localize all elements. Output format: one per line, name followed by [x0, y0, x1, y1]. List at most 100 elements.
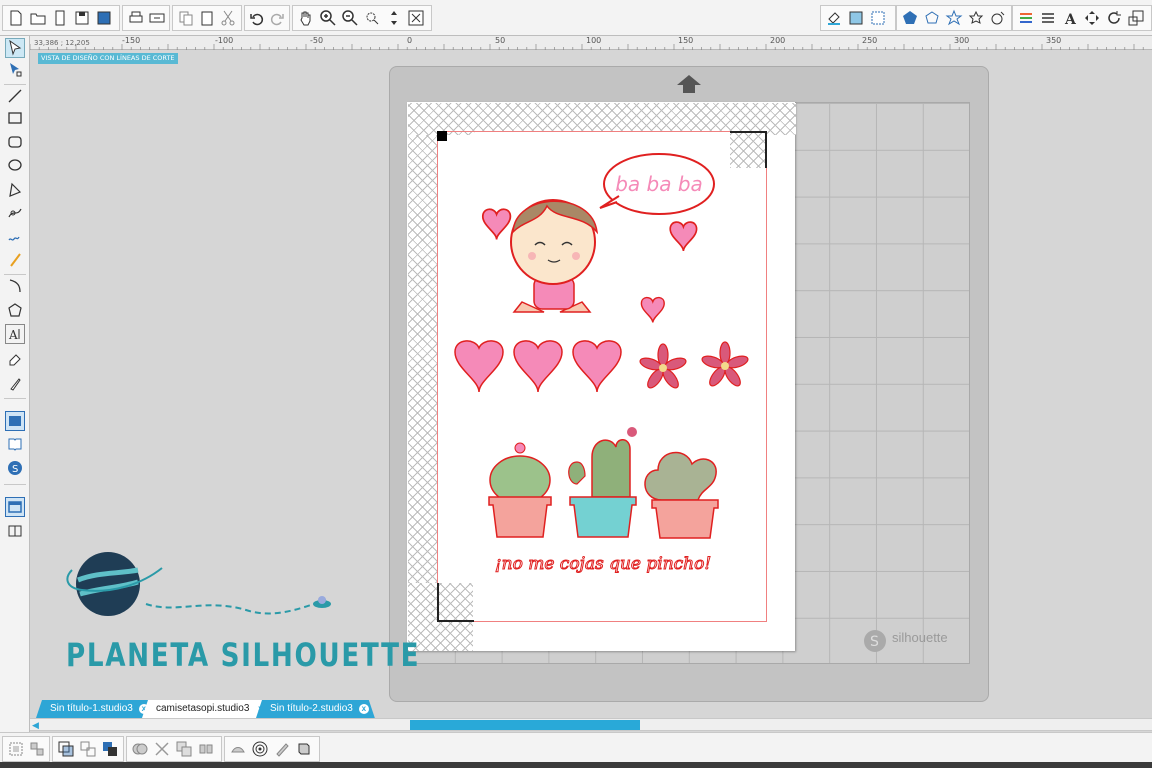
- text-tool-icon[interactable]: A: [5, 324, 25, 344]
- heart-shape[interactable]: [669, 221, 698, 252]
- trace-icon[interactable]: [987, 7, 1009, 29]
- save-icon[interactable]: [71, 7, 93, 29]
- toolbar-divider: [4, 398, 26, 399]
- open-library-icon[interactable]: [49, 7, 71, 29]
- tab-label: Sin título-1.studio3: [50, 703, 133, 714]
- document-tab[interactable]: Sin título-1.studio3 x: [36, 700, 155, 718]
- curve-tool-icon[interactable]: [5, 203, 25, 223]
- single-view-icon[interactable]: [5, 497, 25, 517]
- undo-icon[interactable]: [247, 7, 267, 29]
- ungroup-icon[interactable]: [26, 738, 47, 760]
- new-document-icon[interactable]: [5, 7, 27, 29]
- flower-shape[interactable]: [701, 341, 750, 388]
- scrollbar-thumb[interactable]: [410, 720, 640, 730]
- heart-shape[interactable]: [513, 340, 563, 393]
- smooth-freehand-tool-icon[interactable]: [5, 250, 25, 270]
- panel-toolbar-group-1: [820, 5, 896, 31]
- heart-shape[interactable]: [481, 208, 512, 240]
- cactus-paddle[interactable]: [644, 451, 719, 539]
- delete-cross-icon[interactable]: [151, 738, 173, 760]
- line-color-icon[interactable]: [1015, 7, 1037, 29]
- online-store-icon[interactable]: S: [5, 458, 25, 478]
- cactus-tall[interactable]: [568, 427, 637, 538]
- text-style-icon[interactable]: A: [1059, 7, 1081, 29]
- library-book-icon[interactable]: [5, 434, 25, 454]
- mat-brand-text: silhouette: [892, 630, 948, 645]
- document-tab-active[interactable]: camisetasopi.studio3 x: [142, 700, 271, 718]
- rotate-icon[interactable]: [1103, 7, 1125, 29]
- history-toolbar-group: [244, 5, 290, 31]
- design-page-icon[interactable]: [5, 411, 25, 431]
- planeta-silhouette-watermark: PLANETA SILHOUETTE: [66, 636, 421, 674]
- send-to-cutter-icon[interactable]: [146, 7, 167, 29]
- print-icon[interactable]: [125, 7, 146, 29]
- cut-scissors-icon[interactable]: [218, 7, 239, 29]
- fill-gradient-icon[interactable]: [845, 7, 867, 29]
- tab-close-icon[interactable]: x: [359, 704, 369, 714]
- trace-shape-icon[interactable]: [227, 738, 249, 760]
- offset-target-icon[interactable]: [249, 738, 271, 760]
- cactus-round[interactable]: [488, 442, 552, 538]
- scroll-left-arrow-icon[interactable]: ◀: [32, 720, 39, 731]
- heart-shape[interactable]: [454, 340, 504, 393]
- rectangle-tool-icon[interactable]: [5, 108, 25, 128]
- copy-icon[interactable]: [175, 7, 196, 29]
- offset-icon[interactable]: [965, 7, 987, 29]
- flower-shape[interactable]: [639, 343, 688, 390]
- bring-to-front-icon[interactable]: [99, 738, 121, 760]
- toolbar-divider: [4, 84, 26, 85]
- regular-polygon-tool-icon[interactable]: [5, 300, 25, 320]
- knife-tool-icon[interactable]: [5, 373, 25, 393]
- speech-bubble[interactable]: ba ba ba: [599, 153, 715, 215]
- line-tool-icon[interactable]: [5, 86, 25, 106]
- document-tab[interactable]: Sin título-2.studio3 x: [256, 700, 375, 718]
- transform-icon[interactable]: [1081, 7, 1103, 29]
- mirror-icon[interactable]: [195, 738, 217, 760]
- line-style-icon[interactable]: [1037, 7, 1059, 29]
- toolbar-divider: [4, 274, 26, 275]
- paste-icon[interactable]: [196, 7, 217, 29]
- clipboard-toolbar-group: [172, 5, 242, 31]
- save-to-library-icon[interactable]: [93, 7, 115, 29]
- redo-icon[interactable]: [267, 7, 287, 29]
- scale-icon[interactable]: [1125, 7, 1147, 29]
- modify-icon[interactable]: [943, 7, 965, 29]
- weld-icon[interactable]: [129, 738, 151, 760]
- rounded-rectangle-tool-icon[interactable]: [5, 132, 25, 152]
- release-compound-path-icon[interactable]: [77, 738, 99, 760]
- zoom-out-icon[interactable]: [339, 7, 361, 29]
- polygon-tool-icon[interactable]: [5, 180, 25, 200]
- cactus-slogan-text[interactable]: ¡no me cojas que pincho!: [494, 554, 711, 575]
- open-folder-icon[interactable]: [27, 7, 49, 29]
- fill-pattern-icon[interactable]: [867, 7, 889, 29]
- baby-figure[interactable]: [510, 199, 599, 313]
- horizontal-ruler: 33,386 ; 12,205 -150 -100 -50 0 50 100 1…: [30, 36, 1152, 50]
- edit-points-icon[interactable]: [5, 60, 25, 80]
- replicate-icon[interactable]: [921, 7, 943, 29]
- fill-color-icon[interactable]: [823, 7, 845, 29]
- heart-shape[interactable]: [572, 340, 622, 393]
- zoom-selection-icon[interactable]: [361, 7, 383, 29]
- horizontal-scrollbar[interactable]: ◀: [30, 718, 1152, 731]
- sketch-pen-icon[interactable]: [271, 738, 293, 760]
- ellipse-tool-icon[interactable]: [5, 155, 25, 175]
- feed-direction-arrow-icon: [677, 75, 701, 93]
- duplicate-icon[interactable]: [173, 738, 195, 760]
- freehand-tool-icon[interactable]: [5, 226, 25, 246]
- silhouette-studio-window: A 33,386 ; 12,205 -150 -100 -50 0 50 100…: [0, 0, 1152, 768]
- svg-text:A: A: [8, 328, 18, 342]
- make-compound-path-icon[interactable]: [55, 738, 77, 760]
- shape-pentagon-icon[interactable]: [899, 7, 921, 29]
- group-icon[interactable]: [5, 738, 26, 760]
- split-view-icon[interactable]: [5, 521, 25, 541]
- select-tool-icon[interactable]: [5, 38, 25, 58]
- svg-text:S: S: [12, 464, 18, 475]
- eraser-tool-icon[interactable]: [5, 349, 25, 369]
- fit-to-window-icon[interactable]: [405, 7, 427, 29]
- pan-arrow-icon[interactable]: [383, 7, 405, 29]
- arc-tool-icon[interactable]: [5, 276, 25, 296]
- hand-pan-icon[interactable]: [295, 7, 317, 29]
- heart-shape[interactable]: [640, 296, 665, 323]
- zoom-in-icon[interactable]: [317, 7, 339, 29]
- layer-icon[interactable]: [293, 738, 315, 760]
